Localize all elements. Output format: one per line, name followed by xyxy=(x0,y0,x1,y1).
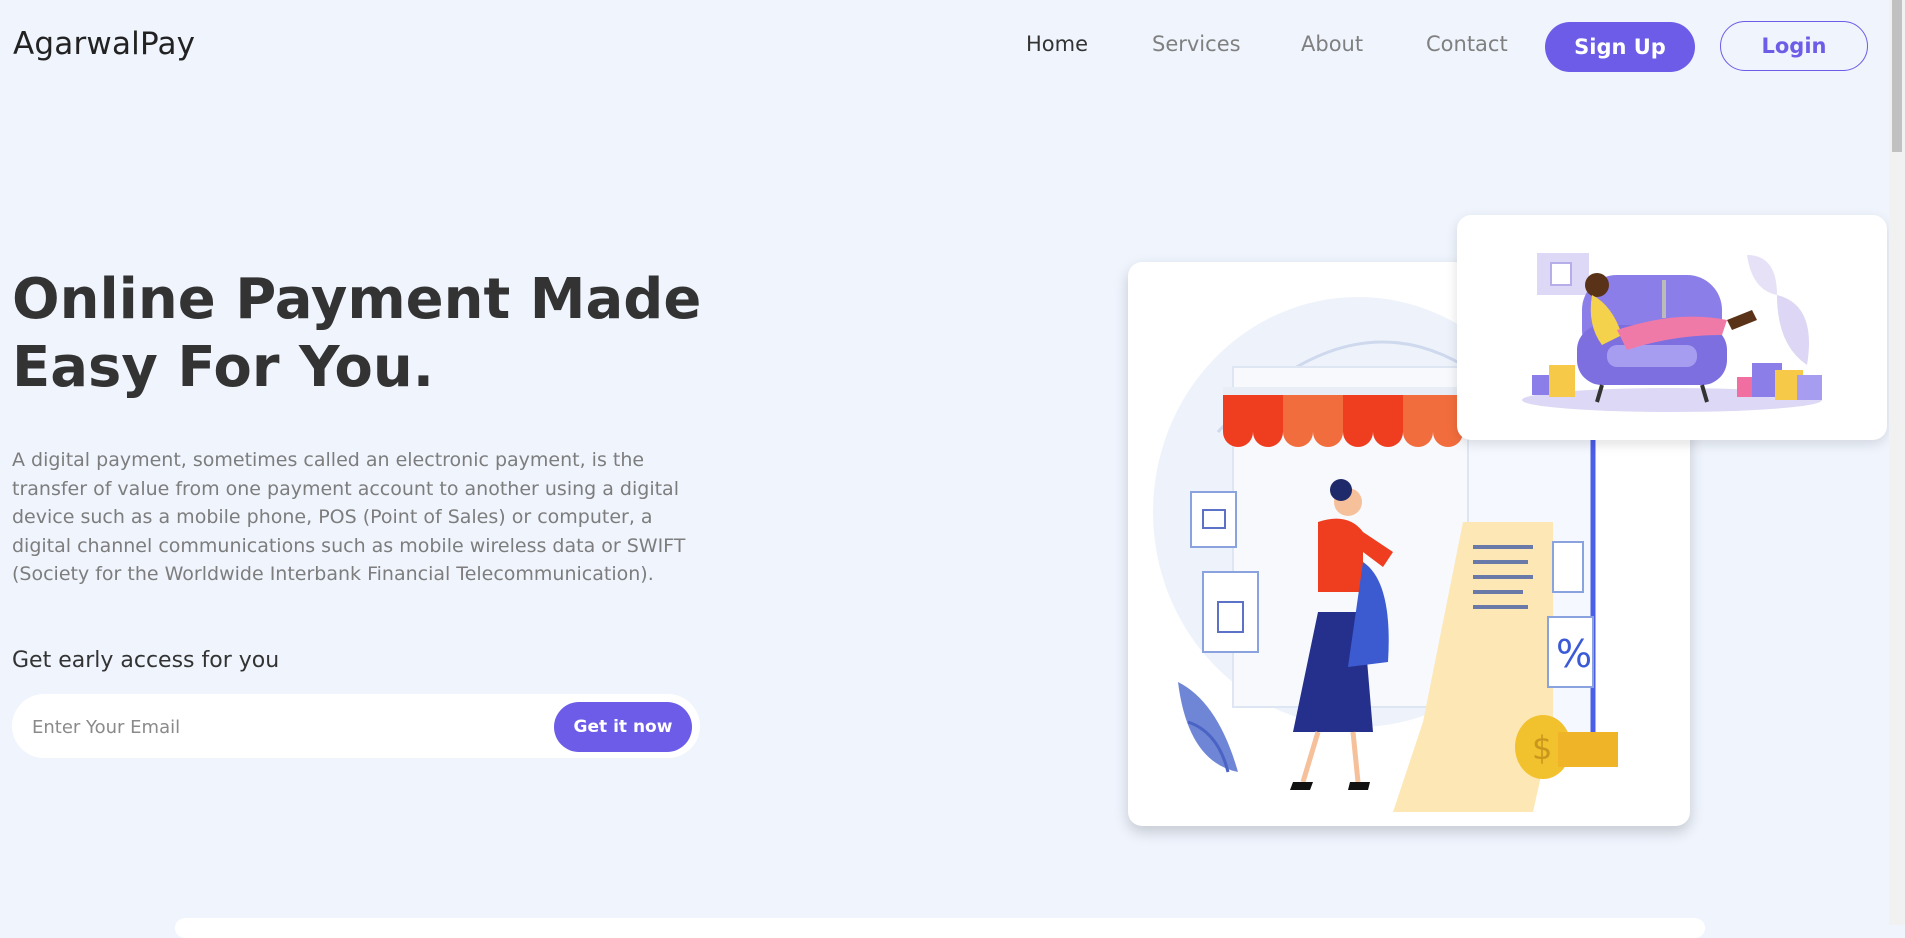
page-scrollbar[interactable] xyxy=(1889,0,1905,925)
next-section-card-edge xyxy=(175,918,1705,938)
nav-link-about[interactable]: About xyxy=(1301,32,1363,56)
get-it-now-button[interactable]: Get it now xyxy=(554,702,692,752)
hero-description: A digital payment, sometimes called an e… xyxy=(12,449,686,585)
brand-logo[interactable]: AgarwalPay xyxy=(13,26,195,62)
svg-text:%: % xyxy=(1556,632,1592,676)
woman-shopping-illustration xyxy=(1522,253,1822,412)
nav-link-services[interactable]: Services xyxy=(1152,32,1241,56)
signup-button[interactable]: Sign Up xyxy=(1545,22,1695,72)
scrollbar-thumb[interactable] xyxy=(1892,0,1902,152)
email-input[interactable] xyxy=(30,711,534,743)
email-signup-form: Get it now xyxy=(12,694,700,758)
svg-text:$: $ xyxy=(1532,729,1552,767)
secondary-illustration-card xyxy=(1457,215,1887,440)
nav-link-home[interactable]: Home xyxy=(1026,32,1088,56)
hero-title: Online Payment Made Easy For You. xyxy=(12,267,702,400)
login-button[interactable]: Login xyxy=(1720,21,1868,71)
nav-link-contact[interactable]: Contact xyxy=(1426,32,1508,56)
early-access-label: Get early access for you xyxy=(12,648,280,673)
